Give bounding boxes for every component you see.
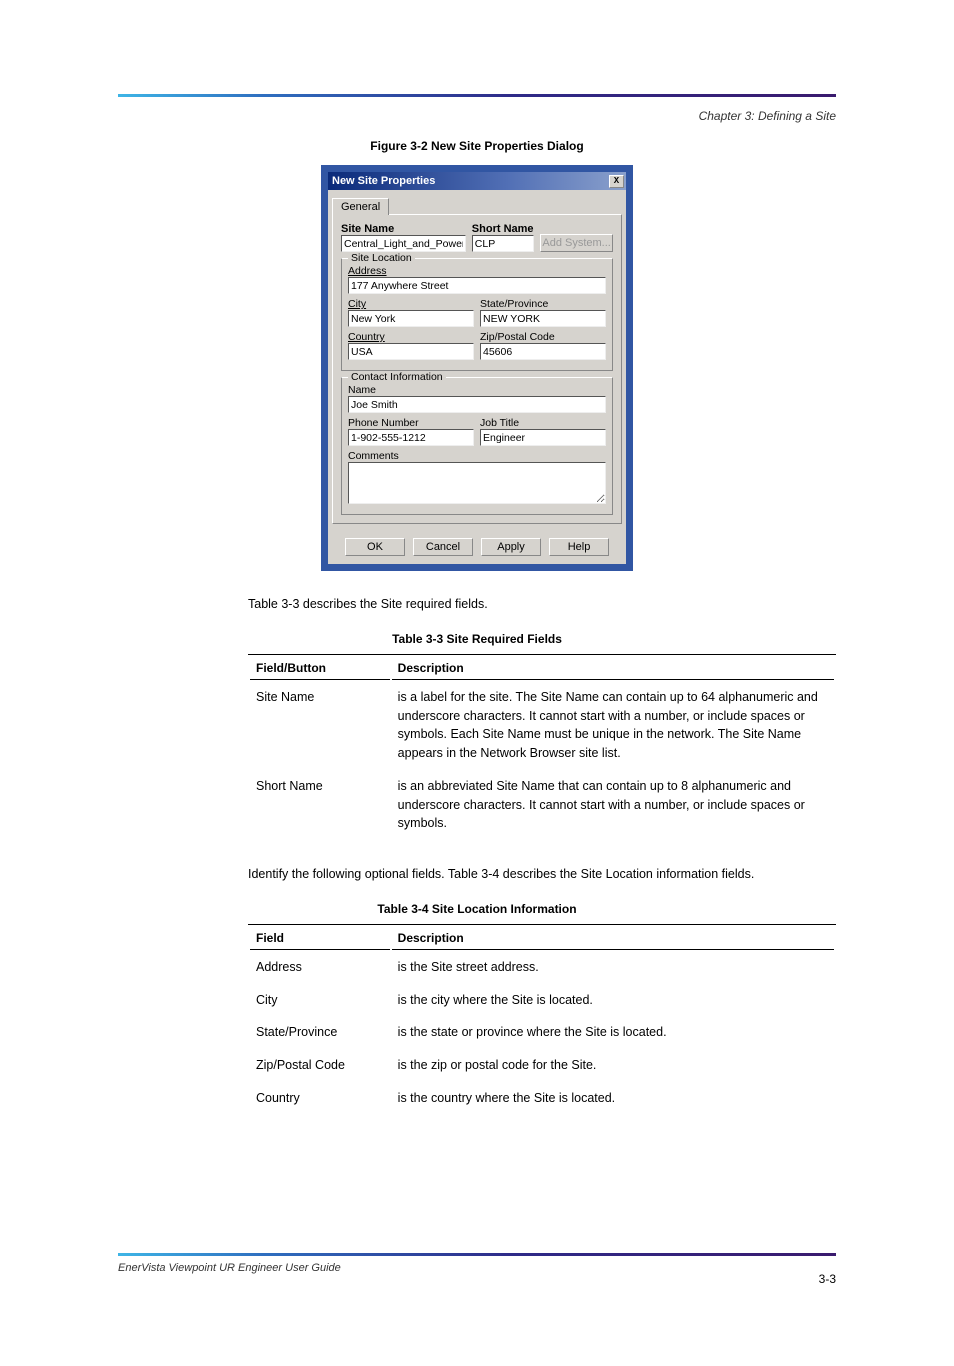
cell: Country (250, 1083, 390, 1114)
zip-input[interactable] (480, 343, 606, 360)
cancel-button[interactable]: Cancel (413, 538, 473, 556)
figure-caption: Figure 3-2 New Site Properties Dialog (118, 139, 836, 153)
table1-caption: Table 3-3 Site Required Fields (118, 632, 836, 646)
label-address: Address (348, 265, 606, 277)
apply-button[interactable]: Apply (481, 538, 541, 556)
cell: Site Name (250, 682, 390, 769)
cell: Zip/Postal Code (250, 1050, 390, 1081)
dialog-new-site-properties: New Site Properties X General Site Name … (321, 165, 633, 571)
short-name-input[interactable] (472, 235, 534, 252)
cell: is the Site street address. (392, 952, 834, 983)
state-input[interactable] (480, 310, 606, 327)
titlebar-text: New Site Properties (330, 175, 435, 187)
table-site-location-info: Field Description Address is the Site st… (248, 924, 836, 1116)
close-icon[interactable]: X (609, 175, 624, 188)
group-site-location: Site Location Address City State/Provinc… (341, 258, 613, 371)
add-system-button: Add System... (540, 234, 613, 252)
footer-gradient-rule (118, 1253, 836, 1256)
legend-site-location: Site Location (348, 252, 415, 264)
tab-general[interactable]: General (332, 198, 389, 215)
job-input[interactable] (480, 429, 606, 446)
para-2: Identify the following optional fields. … (248, 865, 836, 884)
cell: is the state or province where the Site … (392, 1017, 834, 1048)
tab-row: General (328, 190, 626, 214)
label-site-name: Site Name (341, 223, 466, 235)
table-row: Site Name is a label for the site. The S… (250, 682, 834, 769)
form-body: Site Name Short Name Add System... Site … (332, 214, 622, 524)
label-country: Country (348, 331, 474, 343)
group-contact-info: Contact Information Name Phone Number Jo… (341, 377, 613, 515)
cell: is an abbreviated Site Name that can con… (392, 771, 834, 839)
table-row: State/Province is the state or province … (250, 1017, 834, 1048)
cell: City (250, 985, 390, 1016)
table-site-required-fields: Field/Button Description Site Name is a … (248, 654, 836, 841)
comments-input[interactable] (348, 462, 606, 504)
phone-input[interactable] (348, 429, 474, 446)
label-phone: Phone Number (348, 417, 474, 429)
label-comments: Comments (348, 450, 606, 462)
top-gradient-rule (118, 94, 836, 97)
table-row: Country is the country where the Site is… (250, 1083, 834, 1114)
table2-caption: Table 3-4 Site Location Information (118, 902, 836, 916)
label-city: City (348, 298, 474, 310)
chapter-title: Chapter 3: Defining a Site (118, 109, 836, 123)
footer-text: EnerVista Viewpoint UR Engineer User Gui… (118, 1262, 341, 1274)
cell: State/Province (250, 1017, 390, 1048)
legend-contact-info: Contact Information (348, 371, 446, 383)
para-1: Table 3-3 describes the Site required fi… (248, 595, 836, 614)
table-row: Zip/Postal Code is the zip or postal cod… (250, 1050, 834, 1081)
cell: Address (250, 952, 390, 983)
address-input[interactable] (348, 277, 606, 294)
table2-h2: Description (392, 927, 834, 950)
label-zip: Zip/Postal Code (480, 331, 606, 343)
table2-h1: Field (250, 927, 390, 950)
table-row: Short Name is an abbreviated Site Name t… (250, 771, 834, 839)
site-name-input[interactable] (341, 235, 466, 252)
cell: is the country where the Site is located… (392, 1083, 834, 1114)
label-name: Name (348, 384, 606, 396)
page-number: 3-3 (819, 1272, 836, 1286)
table1-h2: Description (392, 657, 834, 680)
cell: is the city where the Site is located. (392, 985, 834, 1016)
cell: is the zip or postal code for the Site. (392, 1050, 834, 1081)
cell: is a label for the site. The Site Name c… (392, 682, 834, 769)
cell: Short Name (250, 771, 390, 839)
dialog-footer: OK Cancel Apply Help (328, 528, 626, 564)
country-input[interactable] (348, 343, 474, 360)
label-state: State/Province (480, 298, 606, 310)
ok-button[interactable]: OK (345, 538, 405, 556)
table-row: City is the city where the Site is locat… (250, 985, 834, 1016)
help-button[interactable]: Help (549, 538, 609, 556)
label-job: Job Title (480, 417, 606, 429)
label-short-name: Short Name (472, 223, 534, 235)
titlebar: New Site Properties X (328, 172, 626, 190)
name-input[interactable] (348, 396, 606, 413)
table1-h1: Field/Button (250, 657, 390, 680)
city-input[interactable] (348, 310, 474, 327)
table-row: Address is the Site street address. (250, 952, 834, 983)
